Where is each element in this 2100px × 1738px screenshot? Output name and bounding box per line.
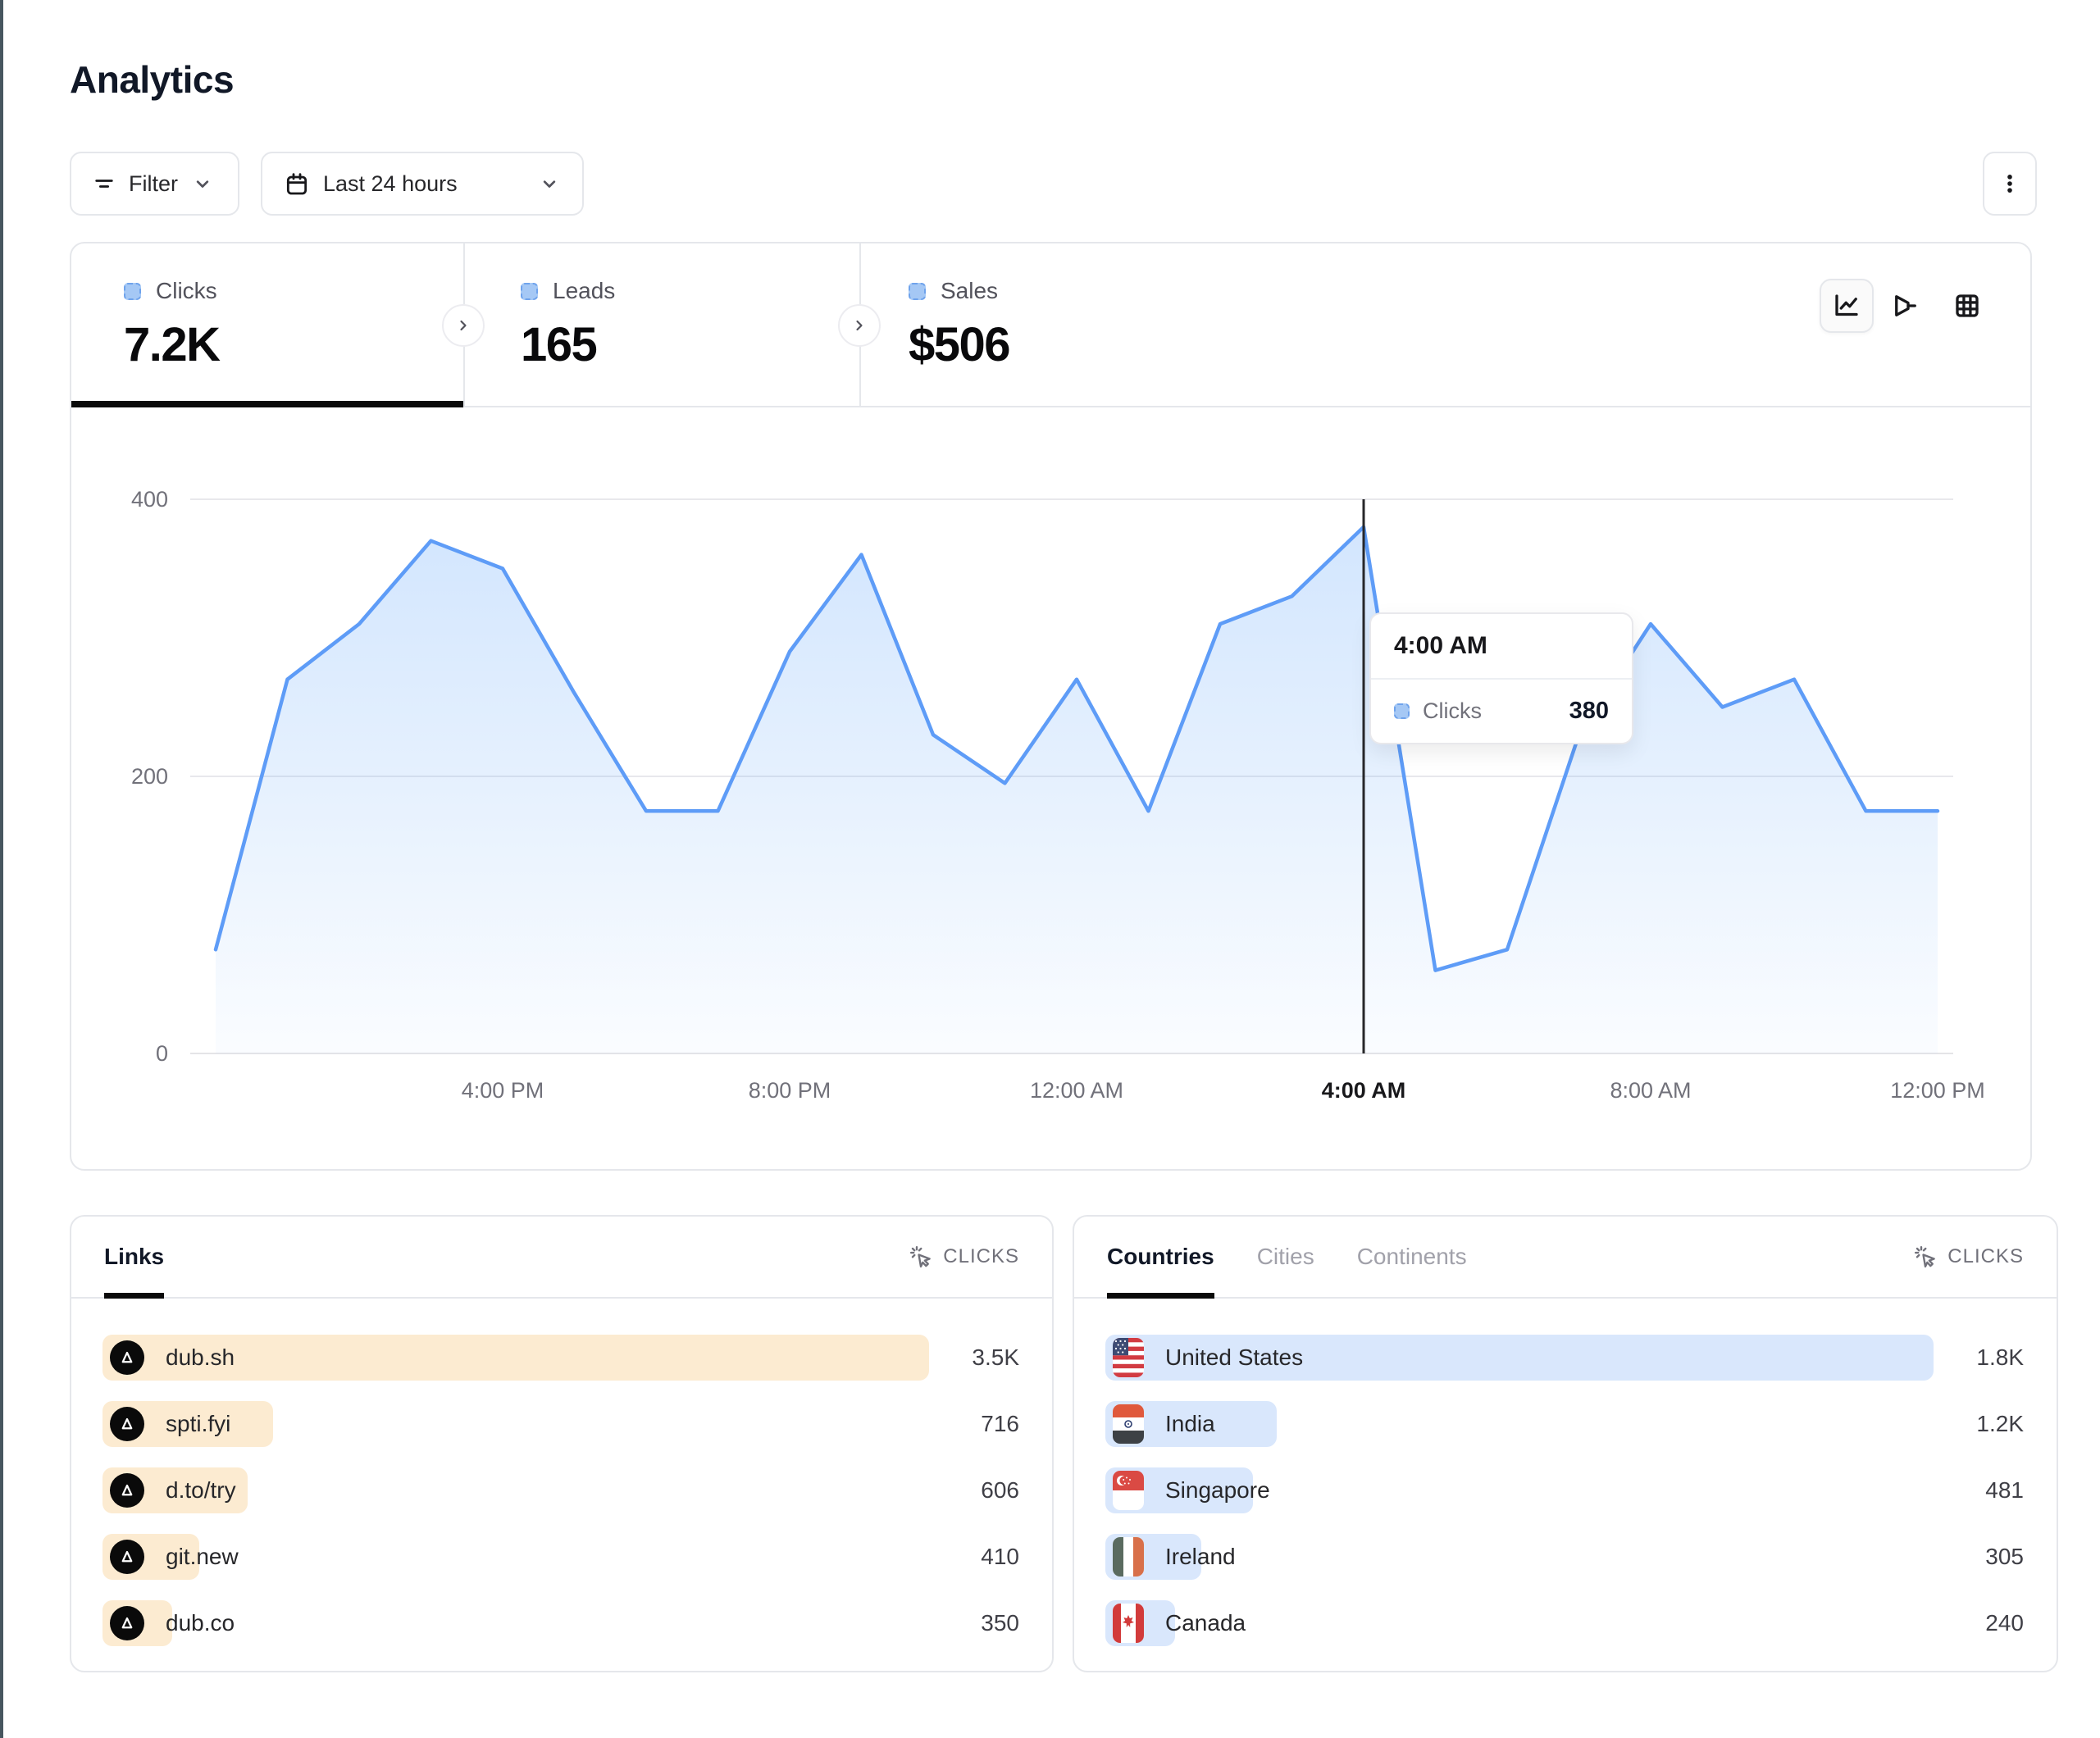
page-title: Analytics: [70, 57, 234, 102]
funnel-chart-icon[interactable]: [1891, 291, 1920, 321]
metric-label-text: CLICKS: [1947, 1245, 2024, 1268]
svg-text:4:00 PM: 4:00 PM: [462, 1078, 544, 1103]
chevron-down-icon: [538, 172, 561, 195]
tab-countries[interactable]: Countries: [1107, 1217, 1214, 1297]
country-row[interactable]: Singapore 481: [1105, 1467, 2024, 1513]
more-options-button[interactable]: [1983, 152, 2037, 216]
filter-button[interactable]: Filter: [70, 152, 239, 216]
tab-links[interactable]: Links: [104, 1217, 164, 1297]
flag-canada-icon: [1113, 1604, 1144, 1643]
window-edge-divider: [0, 0, 3, 1738]
sales-value: $506: [909, 317, 1286, 372]
clicks-label: Clicks: [156, 278, 217, 304]
links-rows: dub.sh 3.5K spti.fyi 716: [71, 1299, 1052, 1646]
links-panel: Links CLICKS dub.sh 3.5K: [70, 1215, 1054, 1672]
country-row[interactable]: India 1.2K: [1105, 1401, 2024, 1447]
tab-clicks[interactable]: Clicks 7.2K: [71, 243, 463, 407]
clicks-value: 7.2K: [124, 317, 463, 372]
countries-metric-selector[interactable]: CLICKS: [1913, 1244, 2024, 1269]
country-label: Canada: [1165, 1610, 1246, 1636]
clicks-area-chart[interactable]: 400 200 0 4:00 PM 8:00 PM 12:00 AM 4:00 …: [71, 407, 2034, 1172]
link-label: d.to/try: [166, 1477, 236, 1504]
active-tab-underline: [71, 401, 463, 407]
leads-legend-icon: [521, 283, 538, 300]
sales-label: Sales: [941, 278, 998, 304]
tooltip-value: 380: [1569, 698, 1609, 725]
leads-value: 165: [521, 317, 859, 372]
calendar-icon: [284, 171, 310, 197]
svg-text:12:00 AM: 12:00 AM: [1030, 1078, 1123, 1103]
svg-text:12:00 PM: 12:00 PM: [1890, 1078, 1985, 1103]
link-label: git.new: [166, 1544, 239, 1570]
table-view-icon[interactable]: [1952, 291, 1982, 321]
svg-text:200: 200: [131, 764, 168, 789]
countries-rows: United States 1.8K India 1.2K: [1074, 1299, 2057, 1646]
tab-leads[interactable]: Leads 165: [463, 243, 859, 407]
flag-singapore-icon: [1113, 1471, 1144, 1510]
country-row[interactable]: Ireland 305: [1105, 1534, 2024, 1580]
tooltip-time: 4:00 AM: [1371, 614, 1632, 680]
link-label: spti.fyi: [166, 1411, 230, 1437]
dub-logo-icon: [110, 1540, 144, 1574]
countries-panel: Countries Cities Continents CLICKS: [1073, 1215, 2058, 1672]
area-fill: [216, 527, 1938, 1053]
dub-logo-icon: [110, 1606, 144, 1640]
kebab-menu-icon: [1998, 172, 2021, 195]
expand-leads-button[interactable]: [838, 304, 881, 347]
svg-text:400: 400: [131, 487, 168, 512]
link-label: dub.sh: [166, 1344, 235, 1371]
flag-india-icon: [1113, 1404, 1144, 1444]
clicks-legend-icon: [1394, 703, 1410, 719]
cursor-click-icon: [909, 1244, 933, 1269]
country-label: Ireland: [1165, 1544, 1236, 1570]
y-axis-ticks: 400 200 0: [131, 487, 168, 1066]
line-chart-icon: [1832, 291, 1861, 321]
dub-logo-icon: [110, 1473, 144, 1508]
sales-legend-icon: [909, 283, 926, 300]
country-row[interactable]: United States 1.8K: [1105, 1335, 2024, 1381]
country-label: India: [1165, 1411, 1215, 1437]
tab-continents[interactable]: Continents: [1357, 1217, 1467, 1297]
filter-icon: [93, 172, 116, 195]
flag-ireland-icon: [1113, 1537, 1144, 1576]
date-range-label: Last 24 hours: [323, 171, 458, 197]
country-label: United States: [1165, 1344, 1303, 1371]
link-label: dub.co: [166, 1610, 235, 1636]
date-range-button[interactable]: Last 24 hours: [261, 152, 584, 216]
leads-label: Leads: [553, 278, 615, 304]
x-axis-ticks: 4:00 PM 8:00 PM 12:00 AM 4:00 AM 8:00 AM…: [462, 1078, 1985, 1103]
expand-clicks-button[interactable]: [442, 304, 485, 347]
dub-logo-icon: [110, 1407, 144, 1441]
tooltip-series-label: Clicks: [1423, 698, 1482, 724]
svg-text:4:00 AM: 4:00 AM: [1322, 1078, 1406, 1103]
svg-text:8:00 AM: 8:00 AM: [1610, 1078, 1691, 1103]
link-row[interactable]: d.to/try 606: [102, 1467, 1019, 1513]
links-panel-header: Links CLICKS: [71, 1217, 1052, 1299]
country-row[interactable]: Canada 240: [1105, 1600, 2024, 1646]
analytics-page: Analytics Filter Last 24 hours Cli: [0, 0, 2100, 1738]
svg-text:8:00 PM: 8:00 PM: [749, 1078, 831, 1103]
metric-label-text: CLICKS: [943, 1245, 1019, 1268]
stats-tabs-row: Clicks 7.2K Leads 165 Sales $506: [71, 243, 2030, 407]
tab-sales[interactable]: Sales $506: [859, 243, 1286, 407]
clicks-legend-icon: [124, 283, 141, 300]
country-label: Singapore: [1165, 1477, 1270, 1504]
analytics-chart-card: Clicks 7.2K Leads 165 Sales $506: [70, 242, 2032, 1171]
links-metric-selector[interactable]: CLICKS: [909, 1244, 1019, 1269]
cursor-click-icon: [1913, 1244, 1938, 1269]
link-row[interactable]: git.new 410: [102, 1534, 1019, 1580]
svg-text:0: 0: [156, 1041, 168, 1066]
chevron-right-icon: [455, 317, 471, 334]
tab-cities[interactable]: Cities: [1257, 1217, 1314, 1297]
link-row[interactable]: dub.co 350: [102, 1600, 1019, 1646]
chevron-down-icon: [191, 172, 214, 195]
chart-tooltip: 4:00 AM Clicks 380: [1369, 612, 1633, 744]
chevron-right-icon: [851, 317, 868, 334]
filter-button-label: Filter: [129, 171, 178, 197]
flag-united-states-icon: [1113, 1338, 1144, 1377]
dub-logo-icon: [110, 1340, 144, 1375]
link-row[interactable]: spti.fyi 716: [102, 1401, 1019, 1447]
link-row[interactable]: dub.sh 3.5K: [102, 1335, 1019, 1381]
countries-panel-header: Countries Cities Continents CLICKS: [1074, 1217, 2057, 1299]
